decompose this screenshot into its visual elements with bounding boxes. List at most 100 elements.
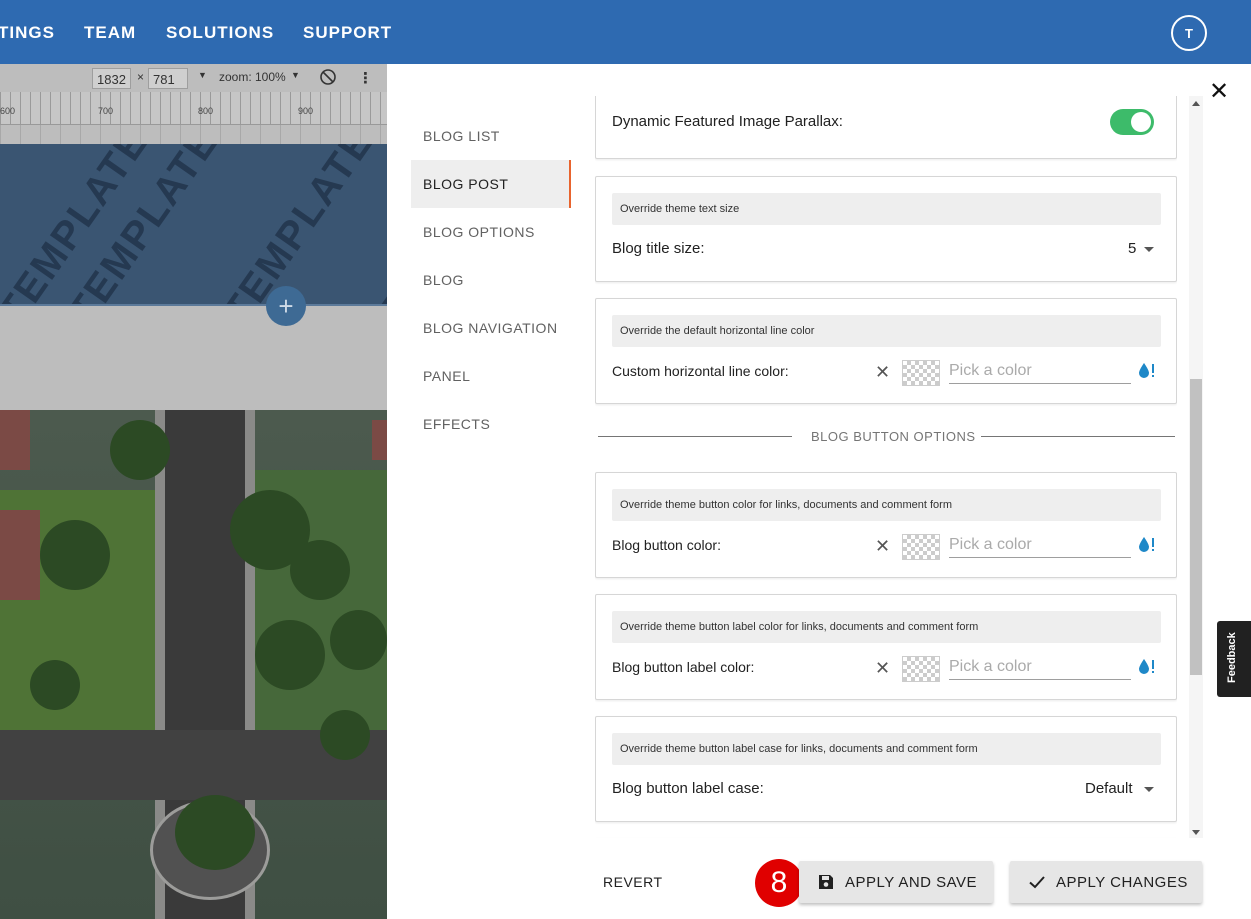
tree [110,420,170,480]
apply-changes-button[interactable]: APPLY CHANGES [1010,861,1202,903]
nav-item-solutions[interactable]: SOLUTIONS [166,23,274,43]
house-roof [0,410,30,470]
house-roof [372,420,387,460]
button-label-color-input[interactable] [949,654,1131,680]
scroll-down-icon[interactable] [1192,830,1200,835]
clear-color-icon[interactable]: ✕ [875,537,890,555]
tab-panel[interactable]: PANEL [411,352,571,400]
color-swatch[interactable] [902,360,940,386]
save-icon [819,875,833,889]
hr-color-label: Custom horizontal line color: [612,363,789,379]
tree [330,610,387,670]
tab-blog[interactable]: BLOG [411,256,571,304]
preview-toolbar: 1832 × 781 ▼ zoom: 100% ▼ ⋮ [0,64,387,92]
apply-changes-label: APPLY CHANGES [1056,873,1188,891]
button-label-case-card: Override theme button label case for lin… [595,716,1177,822]
color-drop-icon[interactable] [1137,658,1157,676]
nav-item-support[interactable]: SUPPORT [303,23,392,43]
watermark-text: TEMPLATE [215,144,383,305]
button-label-color-label: Blog button label color: [612,659,755,675]
toggle-knob [1131,112,1151,132]
title-size-label: Blog title size: [612,240,705,257]
hr-color-input[interactable] [949,358,1131,384]
panel-footer: REVERT 8 APPLY AND SAVE APPLY CHANGES [387,848,1251,919]
clear-color-icon[interactable]: ✕ [875,659,890,677]
button-label-case-hint: Override theme button label case for lin… [612,733,1161,765]
ruler-label: 600 [0,106,16,116]
button-color-label: Blog button color: [612,537,721,553]
viewport-width-field[interactable]: 1832 [92,68,131,89]
tree [30,660,80,710]
title-size-select[interactable]: 5 [1128,240,1136,257]
color-swatch[interactable] [902,656,940,682]
user-avatar[interactable]: T [1171,15,1207,51]
rotate-icon[interactable] [319,68,337,86]
chevron-down-icon[interactable] [1144,787,1154,792]
aerial-photo [0,410,387,919]
page-preview: 1832 × 781 ▼ zoom: 100% ▼ ⋮ 600 700 800 … [0,64,387,919]
divider-line [598,436,792,437]
top-navigation-bar: TINGS TEAM SOLUTIONS SUPPORT T [0,0,1251,64]
parallax-card: Dynamic Featured Image Parallax: [595,96,1177,159]
apply-and-save-label: APPLY AND SAVE [845,873,978,891]
parallax-label: Dynamic Featured Image Parallax: [612,113,843,130]
settings-tabs: BLOG LIST BLOG POST BLOG OPTIONS BLOG BL… [411,112,571,448]
hero-banner: TEMPLATE TEMPLATE TEMPLATE TEMPLATE [0,144,387,305]
close-icon[interactable]: ✕ [1209,80,1229,104]
tree [320,710,370,760]
button-label-color-hint: Override theme button label color for li… [612,611,1161,643]
tree [175,795,255,870]
tab-blog-options[interactable]: BLOG OPTIONS [411,208,571,256]
house-roof [0,510,40,600]
tab-blog-post[interactable]: BLOG POST [411,160,571,208]
button-label-color-card: Override theme button label color for li… [595,594,1177,700]
button-label-case-select[interactable]: Default [1085,780,1133,797]
color-drop-icon[interactable] [1137,362,1157,380]
tree [255,620,325,690]
check-icon [1029,876,1045,889]
title-size-hint: Override theme text size [612,193,1161,225]
settings-content: Dynamic Featured Image Parallax: Overrid… [595,96,1177,838]
ruler-label: 700 [98,106,114,116]
dimension-separator: × [137,70,145,84]
add-section-button[interactable]: + [266,286,306,326]
apply-and-save-button[interactable]: APPLY AND SAVE [799,861,993,903]
watermark-text: TEMPLATE [370,144,387,305]
button-options-divider: BLOG BUTTON OPTIONS [598,427,1176,447]
button-label-case-label: Blog button label case: [612,780,764,797]
nav-item-settings[interactable]: TINGS [0,23,55,43]
button-color-input[interactable] [949,532,1131,558]
color-drop-icon[interactable] [1137,536,1157,554]
revert-button[interactable]: REVERT [603,874,663,890]
button-color-card: Override theme button color for links, d… [595,472,1177,578]
content-scrollbar[interactable] [1189,96,1203,838]
zoom-dropdown[interactable]: zoom: 100% [219,70,286,84]
device-dropdown-icon[interactable]: ▼ [198,70,207,80]
ruler-guide [0,124,387,144]
tab-blog-navigation[interactable]: BLOG NAVIGATION [411,304,571,352]
clear-color-icon[interactable]: ✕ [875,363,890,381]
settings-panel: ✕ BLOG LIST BLOG POST BLOG OPTIONS BLOG … [387,64,1251,919]
step-badge: 8 [755,859,803,907]
tab-blog-list[interactable]: BLOG LIST [411,112,571,160]
chevron-down-icon[interactable] [1144,247,1154,252]
scrollbar-thumb[interactable] [1190,379,1202,675]
zoom-chevron-down-icon[interactable]: ▼ [291,70,300,80]
ruler-label: 800 [198,106,214,116]
more-options-icon[interactable]: ⋮ [358,69,373,87]
tree [290,540,350,600]
tree [40,520,110,590]
title-size-card: Override theme text size Blog title size… [595,176,1177,282]
feedback-tab[interactable]: Feedback [1217,621,1251,697]
ruler-label: 900 [298,106,314,116]
feedback-label: Feedback [1226,632,1238,683]
content-section [0,306,387,410]
color-swatch[interactable] [902,534,940,560]
hr-color-hint: Override the default horizontal line col… [612,315,1161,347]
hr-color-card: Override the default horizontal line col… [595,298,1177,404]
parallax-toggle[interactable] [1110,109,1154,135]
tab-effects[interactable]: EFFECTS [411,400,571,448]
viewport-height-field[interactable]: 781 [148,68,188,89]
nav-item-team[interactable]: TEAM [84,23,136,43]
scroll-up-icon[interactable] [1192,101,1200,106]
